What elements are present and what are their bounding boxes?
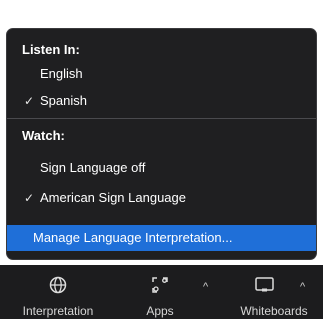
- menu-divider: [7, 118, 316, 119]
- interpretation-menu: Listen In: English ✓ Spanish Watch: Sign…: [6, 28, 317, 260]
- apps-label: Apps: [146, 304, 174, 318]
- whiteboards-caret-up-icon[interactable]: ^: [300, 281, 305, 293]
- listen-option-spanish[interactable]: ✓ Spanish: [7, 93, 316, 109]
- manage-interpretation-label: Manage Language Interpretation...: [33, 230, 233, 245]
- interpretation-label: Interpretation: [22, 304, 94, 318]
- apps-button[interactable]: Apps: [130, 265, 190, 319]
- globe-icon: [48, 275, 68, 300]
- watch-option-american-sign-language[interactable]: ✓ American Sign Language: [7, 190, 316, 206]
- manage-interpretation-item[interactable]: Manage Language Interpretation...: [7, 225, 316, 251]
- watch-heading: Watch:: [22, 128, 65, 143]
- interpretation-button[interactable]: Interpretation: [2, 265, 114, 319]
- apps-icon: [150, 275, 170, 300]
- watch-option-label: American Sign Language: [40, 190, 186, 205]
- whiteboards-button[interactable]: Whiteboards: [226, 265, 322, 319]
- checkmark-icon: ✓: [24, 191, 35, 205]
- listen-option-english[interactable]: English: [7, 66, 316, 82]
- listen-option-label: Spanish: [40, 93, 87, 108]
- whiteboards-label: Whiteboards: [240, 304, 308, 318]
- apps-caret-up-icon[interactable]: ^: [203, 281, 208, 293]
- meeting-toolbar: Interpretation Apps ^ Whiteboards ^: [0, 265, 323, 319]
- whiteboard-icon: [254, 275, 276, 300]
- checkmark-icon: ✓: [24, 94, 35, 108]
- listen-in-heading: Listen In:: [22, 42, 80, 57]
- watch-option-sign-language-off[interactable]: Sign Language off: [7, 160, 316, 176]
- listen-option-label: English: [40, 66, 83, 81]
- watch-option-label: Sign Language off: [40, 160, 146, 175]
- stage: Listen In: English ✓ Spanish Watch: Sign…: [0, 0, 323, 319]
